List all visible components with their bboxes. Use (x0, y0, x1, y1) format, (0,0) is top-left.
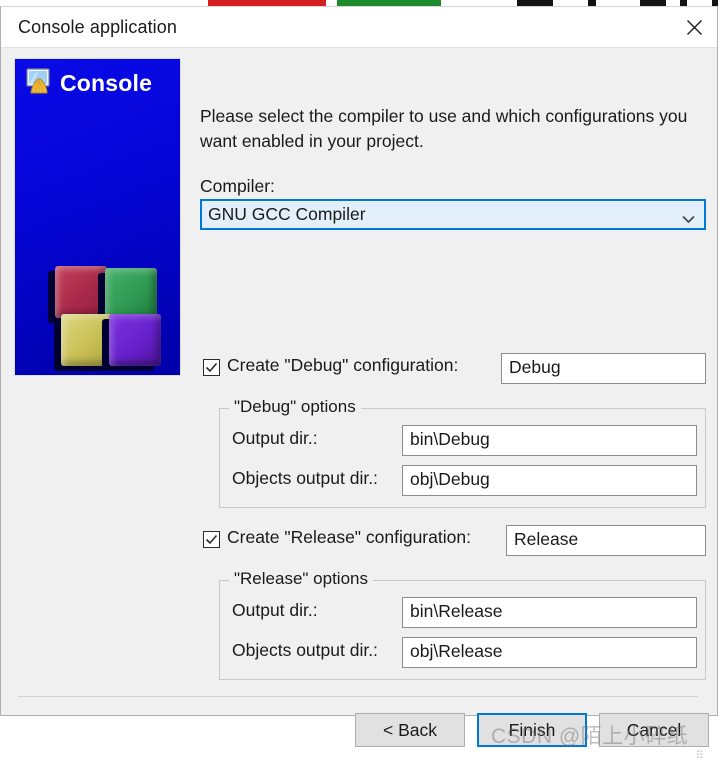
console-app-icon (24, 66, 54, 101)
release-options-legend: "Release" options (229, 569, 373, 589)
close-icon[interactable] (671, 7, 717, 47)
debug-objects-dir-label: Objects output dir.: (232, 468, 378, 488)
finish-button[interactable]: Finish (477, 713, 587, 747)
intro-text: Please select the compiler to use and wh… (200, 106, 688, 151)
wizard-banner: Console (14, 58, 181, 376)
debug-output-dir-row: Output dir.: bin\Debug (220, 425, 705, 457)
footer-separator (18, 696, 698, 697)
debug-configuration-label: Create "Debug" configuration: (227, 355, 459, 375)
codeblocks-cubes-logo (47, 264, 161, 371)
release-output-dir-row: Output dir.: bin\Release (220, 597, 705, 629)
release-output-dir-input[interactable]: bin\Release (402, 597, 697, 628)
compiler-select[interactable]: GNU GCC Compiler (200, 199, 706, 230)
debug-config-row: Create "Debug" configuration: Debug (200, 353, 706, 385)
dialog-body: Console Please select the compiler to us… (1, 48, 717, 762)
release-output-dir-value: bin\Release (410, 601, 503, 621)
release-options-group: "Release" options Output dir.: bin\Relea… (219, 569, 706, 680)
banner-header: Console (24, 66, 152, 101)
debug-options-legend: "Debug" options (229, 397, 361, 417)
debug-name-value: Debug (509, 357, 561, 377)
release-configuration-label: Create "Release" configuration: (227, 527, 471, 547)
debug-name-input[interactable]: Debug (501, 353, 706, 384)
cancel-button[interactable]: Cancel (599, 713, 709, 747)
console-application-dialog: Console application Console Please selec… (0, 6, 718, 762)
debug-options-group: "Debug" options Output dir.: bin\Debug O… (219, 397, 706, 508)
release-objects-dir-input[interactable]: obj\Release (402, 637, 697, 668)
debug-output-dir-input[interactable]: bin\Debug (402, 425, 697, 456)
banner-title: Console (60, 70, 153, 96)
compiler-label: Compiler: (200, 176, 275, 196)
back-button[interactable]: < Back (355, 713, 465, 747)
release-output-dir-label: Output dir.: (232, 600, 318, 620)
release-name-input[interactable]: Release (506, 525, 706, 556)
window-title: Console application (18, 17, 178, 37)
title-bar: Console application (1, 7, 717, 48)
chevron-down-icon (682, 211, 695, 229)
debug-output-dir-label: Output dir.: (232, 428, 318, 448)
debug-configuration-checkbox[interactable] (203, 359, 220, 376)
release-objects-dir-label: Objects output dir.: (232, 640, 378, 660)
release-config-row: Create "Release" configuration: Release (200, 525, 706, 557)
release-configuration-checkbox[interactable] (203, 531, 220, 548)
compiler-select-value: GNU GCC Compiler (208, 204, 366, 224)
debug-objects-dir-row: Objects output dir.: obj\Debug (220, 465, 705, 497)
release-objects-dir-row: Objects output dir.: obj\Release (220, 637, 705, 669)
debug-output-dir-value: bin\Debug (410, 429, 490, 449)
watermark-dots: ⠿ (695, 750, 705, 762)
debug-objects-dir-value: obj\Debug (410, 469, 490, 489)
debug-objects-dir-input[interactable]: obj\Debug (402, 465, 697, 496)
release-objects-dir-value: obj\Release (410, 641, 503, 661)
release-name-value: Release (514, 529, 579, 549)
